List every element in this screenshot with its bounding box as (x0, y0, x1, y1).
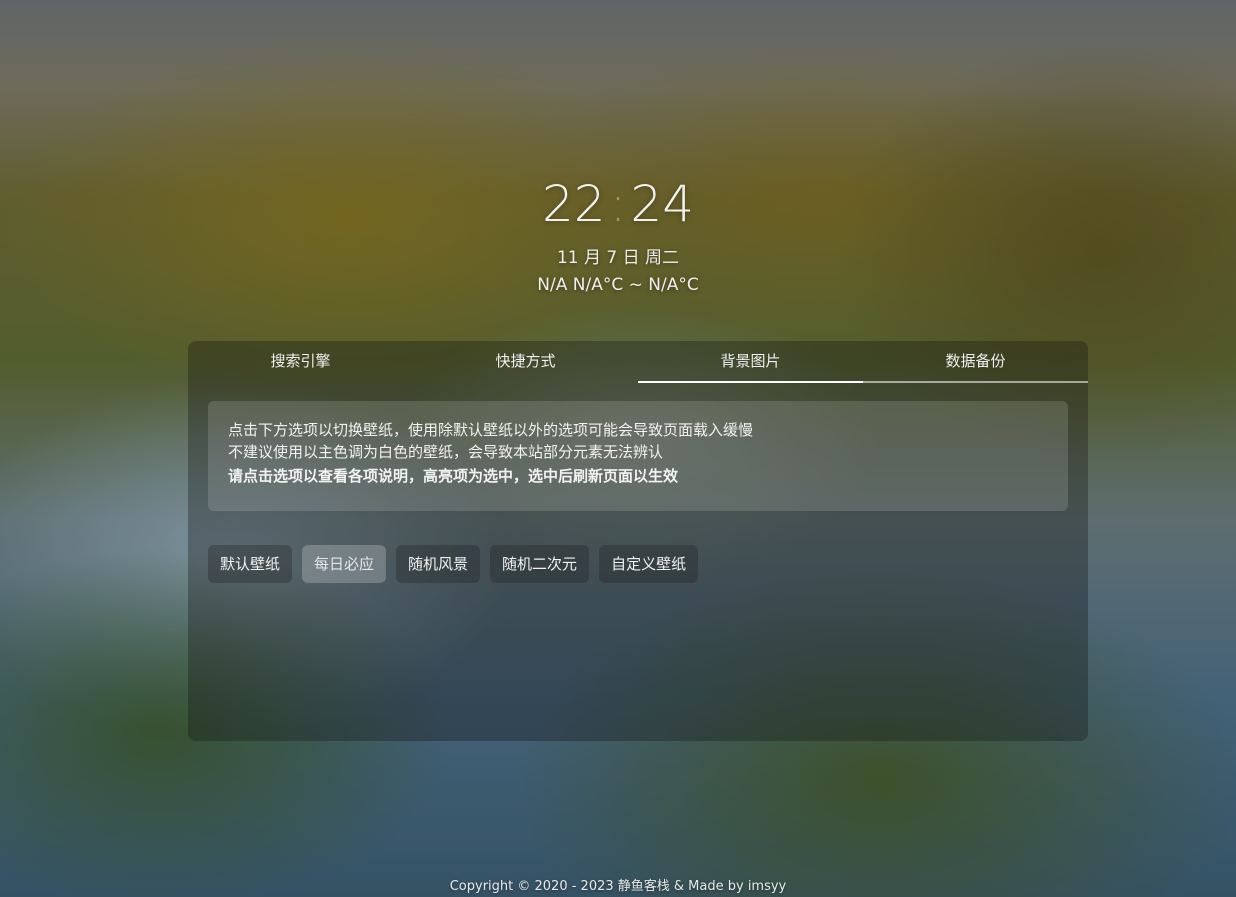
settings-panel: 搜索引擎 快捷方式 背景图片 数据备份 点击下方选项以切换壁纸，使用除默认壁纸以… (188, 341, 1088, 741)
option-random-scenery[interactable]: 随机风景 (396, 545, 481, 583)
tab-data-backup[interactable]: 数据备份 (863, 341, 1088, 383)
tab-shortcuts[interactable]: 快捷方式 (413, 341, 638, 383)
clock-separator: : (609, 175, 627, 233)
notice-line-1: 点击下方选项以切换壁纸，使用除默认壁纸以外的选项可能会导致页面载入缓慢 (228, 421, 754, 439)
tab-background-image[interactable]: 背景图片 (638, 341, 863, 383)
settings-tabs: 搜索引擎 快捷方式 背景图片 数据备份 (188, 341, 1088, 383)
date-text: 11 月 7 日 周二 (556, 248, 680, 268)
option-daily-bing[interactable]: 每日必应 (302, 545, 387, 583)
option-default-wallpaper[interactable]: 默认壁纸 (208, 545, 293, 583)
clock-minutes: 24 (630, 175, 695, 233)
footer-copyright: Copyright © 2020 - 2023 静鱼客栈 & Made by i… (449, 879, 787, 894)
option-custom-wallpaper[interactable]: 自定义壁纸 (599, 545, 699, 583)
clock: 22:24 (0, 172, 1236, 236)
clock-hours: 22 (541, 175, 606, 233)
wallpaper-notice: 点击下方选项以切换壁纸，使用除默认壁纸以外的选项可能会导致页面载入缓慢 不建议使… (208, 401, 1068, 511)
option-random-anime[interactable]: 随机二次元 (490, 545, 590, 583)
notice-line-3: 请点击选项以查看各项说明，高亮项为选中，选中后刷新页面以生效 (228, 467, 679, 485)
tab-search-engine[interactable]: 搜索引擎 (188, 341, 413, 383)
wallpaper-options: 默认壁纸 每日必应 随机风景 随机二次元 自定义壁纸 (208, 545, 699, 583)
notice-line-2: 不建议使用以主色调为白色的壁纸，会导致本站部分元素无法辨认 (228, 443, 664, 461)
weather-text: N/A N/A°C ~ N/A°C (537, 275, 699, 295)
